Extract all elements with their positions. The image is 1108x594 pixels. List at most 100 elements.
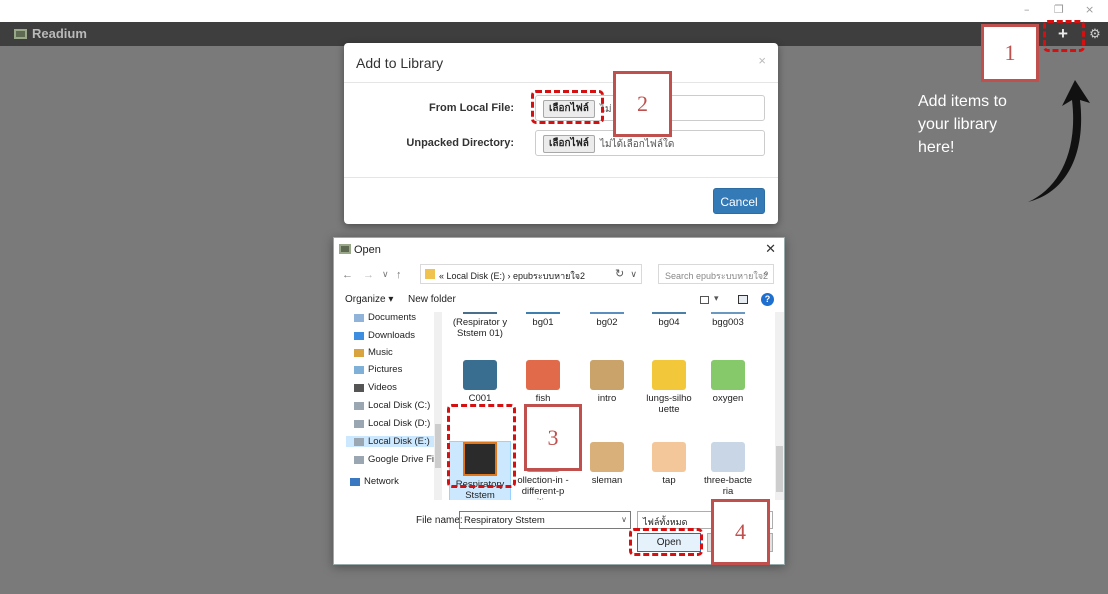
nav-scrollbar[interactable] <box>434 312 442 500</box>
file-item[interactable]: sleman <box>577 442 637 486</box>
organize-menu[interactable]: Organize ▾ <box>345 294 393 305</box>
callout-1: 1 <box>981 24 1039 82</box>
unpacked-dir-status: ไม่ได้เลือกไฟล์ใด <box>600 139 675 150</box>
nav-item-label: Documents <box>368 312 417 323</box>
file-item[interactable]: tap <box>639 442 699 486</box>
nav-item-label: Local Disk (E:) <box>368 436 430 447</box>
preview-pane-icon[interactable] <box>738 295 748 304</box>
file-thumbnail-icon <box>590 442 624 472</box>
nav-item[interactable]: Pictures <box>354 364 402 375</box>
file-item[interactable]: three-bacte ria <box>698 442 758 497</box>
callout-3: 3 <box>524 404 582 471</box>
up-arrow-icon[interactable]: ↑ <box>396 269 402 281</box>
network-icon <box>350 477 360 486</box>
highlight-open-button <box>629 528 703 556</box>
nav-item[interactable]: Local Disk (E:) <box>346 436 438 447</box>
file-thumbnail-icon <box>526 312 560 314</box>
file-name: (Respirator y Ststem 01) <box>452 317 508 339</box>
dialog-title: Open <box>354 244 381 256</box>
highlight-selected-file <box>447 404 516 488</box>
modal-footer-divider <box>344 177 778 178</box>
unpacked-dir-label: Unpacked Directory: <box>406 137 514 149</box>
highlight-add-button <box>1043 20 1085 52</box>
downloads-icon <box>354 331 364 340</box>
chevron-down-icon[interactable]: ∨ <box>621 515 627 524</box>
chevron-down-icon[interactable]: ∨ <box>630 269 637 280</box>
callout-number: 4 <box>735 519 746 544</box>
file-item[interactable]: fish <box>513 360 573 404</box>
file-item[interactable]: lungs-silho uette <box>639 360 699 415</box>
file-item[interactable]: C001 <box>450 360 510 404</box>
view-mode-icon[interactable] <box>700 296 709 304</box>
file-item[interactable]: (Respirator y Ststem 01) <box>450 312 510 339</box>
nav-item[interactable]: Music <box>354 347 393 358</box>
file-name: oxygen <box>712 393 744 404</box>
highlight-choose-file <box>531 90 604 124</box>
file-item[interactable]: oxygen <box>698 360 758 404</box>
app-brand: Readium <box>14 26 87 41</box>
restore-button[interactable]: ❐ <box>1054 3 1064 16</box>
folder-icon <box>425 269 435 279</box>
file-item[interactable]: bg02 <box>577 312 637 328</box>
window-close-button[interactable]: × <box>1085 3 1094 16</box>
new-folder-button[interactable]: New folder <box>408 294 456 305</box>
callout-number: 2 <box>637 91 648 116</box>
file-name-input[interactable]: Respiratory Ststem ∨ <box>459 511 631 529</box>
file-thumbnail-icon <box>590 360 624 390</box>
file-thumbnail-icon <box>526 360 560 390</box>
file-name: sleman <box>591 475 623 486</box>
address-path: « Local Disk (E:) › epubระบบหายใจ2 <box>439 271 586 281</box>
file-thumbnail-icon <box>711 312 745 314</box>
drive-icon <box>354 401 364 410</box>
address-bar[interactable]: « Local Disk (E:) › epubระบบหายใจ2 ∨ <box>420 264 642 284</box>
modal-cancel-button[interactable]: Cancel <box>713 188 765 214</box>
callout-2: 2 <box>613 71 672 137</box>
settings-gear-icon[interactable]: ⚙ <box>1086 24 1104 44</box>
local-file-label: From Local File: <box>429 102 514 114</box>
window-title-strip: – ❐ × <box>0 0 1108 22</box>
nav-item[interactable]: Videos <box>354 382 397 393</box>
drive-icon <box>354 455 364 464</box>
videos-icon <box>354 383 364 392</box>
forward-arrow-icon[interactable]: → <box>363 269 374 281</box>
file-item[interactable]: intro <box>577 360 637 404</box>
file-name: fish <box>535 393 551 404</box>
modal-header: Add to Library × <box>344 43 778 83</box>
file-name-value: Respiratory Ststem <box>464 515 545 526</box>
nav-item[interactable]: Local Disk (C:) <box>354 400 430 411</box>
nav-item[interactable]: Documents <box>354 312 416 323</box>
file-thumbnail-icon <box>652 360 686 390</box>
callout-number: 1 <box>1004 40 1016 65</box>
nav-item-label: Local Disk (D:) <box>368 418 431 429</box>
recent-locations-icon[interactable]: ∨ <box>382 269 389 280</box>
unpacked-dir-choose-button[interactable]: เลือกไฟล์ <box>543 135 595 153</box>
callout-number: 3 <box>547 424 559 450</box>
nav-item[interactable]: Local Disk (D:) <box>354 418 430 429</box>
search-placeholder: Search epubระบบหายใจ2 <box>665 271 769 281</box>
back-arrow-icon[interactable]: ← <box>342 269 353 281</box>
refresh-icon[interactable]: ↻ <box>615 267 624 280</box>
file-name: tap <box>662 475 676 486</box>
file-item[interactable]: bg01 <box>513 312 573 328</box>
search-input[interactable]: Search epubระบบหายใจ2 ⌕ <box>658 264 774 284</box>
nav-item-label: Music <box>368 347 393 358</box>
nav-item[interactable]: Network <box>350 476 399 487</box>
file-name: ollection-in -different-p ositions <box>517 475 569 500</box>
file-list-scrollbar-thumb[interactable] <box>776 446 783 492</box>
modal-close-icon[interactable]: × <box>758 53 766 68</box>
dialog-close-icon[interactable]: ✕ <box>765 241 776 257</box>
nav-item[interactable]: Google Drive File <box>354 454 441 465</box>
nav-scrollbar-thumb[interactable] <box>435 424 441 468</box>
file-item[interactable]: bg04 <box>639 312 699 328</box>
minimize-button[interactable]: – <box>1024 3 1030 16</box>
help-icon[interactable]: ? <box>761 293 774 306</box>
file-type-value: ไฟล์ทั้งหมด <box>643 518 688 528</box>
file-name: bg02 <box>596 317 618 328</box>
view-dropdown-icon[interactable]: ▾ <box>714 293 719 304</box>
file-thumbnail-icon <box>652 442 686 472</box>
file-name: bgg003 <box>712 317 744 328</box>
dialog-app-icon <box>339 244 351 254</box>
nav-item[interactable]: Downloads <box>354 330 415 341</box>
modal-title: Add to Library <box>356 55 444 71</box>
file-item[interactable]: bgg003 <box>698 312 758 328</box>
